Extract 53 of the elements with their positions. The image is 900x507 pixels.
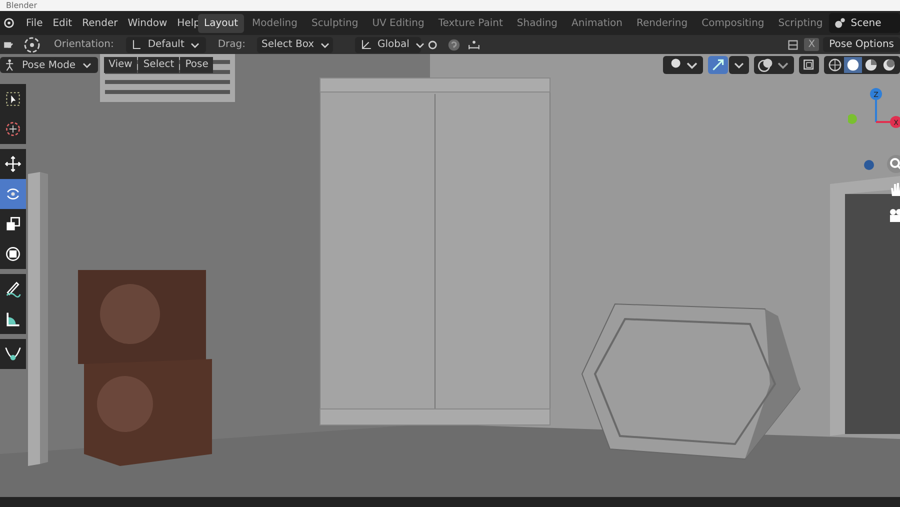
menu-item[interactable]: Window: [128, 18, 168, 28]
cursor-icon: [4, 120, 22, 138]
transform-icon: [4, 245, 22, 263]
overlay-dropdown[interactable]: [754, 56, 794, 74]
rotate-tool-button[interactable]: [0, 179, 26, 209]
gizmo-toggle-button[interactable]: [708, 56, 728, 74]
workspace-tab[interactable]: Texture Paint: [432, 14, 509, 32]
scene-name: Scene: [850, 18, 882, 28]
visibility-dropdown[interactable]: [663, 56, 703, 74]
rotate-pivot-icon: [22, 34, 42, 54]
transform-orientation-dropdown[interactable]: Global: [355, 36, 422, 52]
sphere-icon: [827, 57, 843, 73]
curve-icon: [4, 345, 22, 363]
workspace-tab[interactable]: Rendering: [630, 14, 694, 32]
workspace-tab[interactable]: Animation: [566, 14, 629, 32]
workspace-tab[interactable]: UV Editing: [366, 14, 430, 32]
pencil-icon: [4, 280, 22, 298]
menu-item[interactable]: File: [26, 18, 43, 28]
orientation-dropdown[interactable]: Default: [126, 36, 206, 52]
workspace-tab[interactable]: Shading: [510, 14, 564, 32]
viewport-menu-item[interactable]: View: [104, 57, 138, 73]
app-logo-icon: [2, 16, 16, 30]
scale-icon: [4, 215, 22, 233]
pose-options-button[interactable]: Pose Options: [823, 37, 900, 52]
workspace-tab[interactable]: Compositing: [696, 14, 770, 32]
menu-item[interactable]: Edit: [52, 18, 72, 28]
workspace-tab[interactable]: Layout: [198, 14, 244, 32]
window-title: Blender: [6, 0, 37, 10]
orientation-label: Orientation:: [53, 39, 115, 50]
scene-icon: [832, 16, 847, 30]
axes-icon: [359, 38, 374, 52]
sphere-icon: [863, 57, 879, 73]
wireframe-shading-button[interactable]: [826, 57, 844, 73]
solid-shading-button[interactable]: [844, 57, 862, 73]
sphere-icon: [881, 57, 897, 73]
ruler-icon: [4, 310, 22, 328]
arrow-icon: [710, 57, 726, 73]
scene-selector[interactable]: Scene: [828, 13, 900, 33]
menu-item[interactable]: Render: [82, 18, 118, 28]
gizmo-dropdown[interactable]: [729, 56, 749, 74]
workspace-tab[interactable]: Modeling: [246, 14, 304, 32]
viewport-menu-item[interactable]: Pose: [180, 57, 214, 73]
viewport-menu-item[interactable]: Select: [138, 57, 180, 73]
drag-label: Drag:: [216, 39, 246, 50]
zoom-icon[interactable]: [886, 154, 900, 174]
select-box-icon: [4, 90, 22, 108]
mode-dropdown[interactable]: Pose Mode: [0, 57, 98, 73]
workspace-tab[interactable]: Scripting: [772, 14, 829, 32]
xray-toggle[interactable]: [799, 56, 819, 74]
sphere-icon: [845, 57, 861, 73]
workspace-tab[interactable]: Sculpting: [306, 14, 364, 32]
move-icon: [4, 155, 22, 173]
drag-dropdown[interactable]: Select Box: [257, 36, 334, 52]
